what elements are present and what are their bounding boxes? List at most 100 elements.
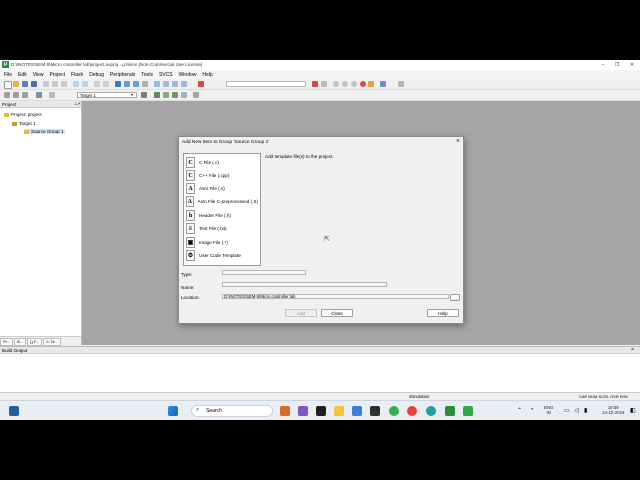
breakpoint-disable-icon[interactable]: [351, 81, 357, 87]
breakpoint-icon[interactable]: [333, 81, 339, 87]
type-field[interactable]: [222, 270, 306, 275]
menu-help[interactable]: Help: [202, 72, 212, 78]
mail-icon[interactable]: [352, 406, 362, 416]
rebuild-icon[interactable]: [22, 92, 28, 98]
tab-books[interactable]: B...: [14, 338, 27, 346]
minimize-button[interactable]: –: [596, 61, 610, 69]
location-field[interactable]: D:\INOTES\SEM-5\Micro controller lab: [222, 294, 449, 299]
tab-templates[interactable]: 0. Te...: [43, 338, 62, 346]
pack-installer-icon[interactable]: [181, 92, 187, 98]
stop-build-icon[interactable]: [49, 92, 55, 98]
tab-project[interactable]: Pr...: [0, 338, 14, 346]
file-extensions-icon[interactable]: [154, 92, 160, 98]
cut-icon[interactable]: [43, 81, 49, 87]
new-file-icon[interactable]: [4, 81, 12, 89]
menu-svcs[interactable]: SVCS: [159, 72, 173, 78]
menu-file[interactable]: File: [4, 72, 12, 78]
volume-icon[interactable]: ◁: [574, 407, 579, 414]
window-layout-icon[interactable]: [368, 81, 374, 87]
save-all-icon[interactable]: [31, 81, 37, 87]
configure-icon[interactable]: [380, 81, 386, 87]
tree-source-group[interactable]: Source Group 1: [24, 129, 66, 134]
maximize-button[interactable]: ❐: [610, 61, 624, 69]
menu-flash[interactable]: Flash: [71, 72, 83, 78]
find-combo[interactable]: [226, 81, 306, 87]
debug-dropdown-icon[interactable]: [321, 81, 327, 87]
next-bookmark-icon[interactable]: [133, 81, 139, 87]
menu-view[interactable]: View: [33, 72, 44, 78]
terminal-icon[interactable]: [316, 406, 326, 416]
copilot-icon[interactable]: [280, 406, 290, 416]
network-icon[interactable]: ▭: [564, 407, 570, 414]
open-folder-icon[interactable]: [13, 81, 19, 87]
find-in-files-icon[interactable]: [198, 81, 204, 87]
list-item[interactable]: A Asm File (.s): [186, 182, 258, 194]
list-item[interactable]: ≡ Text File (.txt): [186, 222, 258, 234]
prev-bookmark-icon[interactable]: [124, 81, 130, 87]
tab-functions[interactable]: {} F...: [27, 338, 43, 346]
target-select[interactable]: Target 1: [77, 92, 137, 98]
manage-components-icon[interactable]: [163, 92, 169, 98]
menu-tools[interactable]: Tools: [141, 72, 153, 78]
menu-peripherals[interactable]: Peripherals: [110, 72, 135, 78]
browse-button[interactable]: ...: [450, 294, 460, 301]
uncomment-icon[interactable]: [181, 81, 187, 87]
nav-forward-icon[interactable]: [103, 81, 109, 87]
translate-icon[interactable]: [4, 92, 10, 98]
debug-start-icon[interactable]: [312, 81, 318, 87]
comment-icon[interactable]: [172, 81, 178, 87]
list-item[interactable]: ▣ Image File (.*): [186, 236, 258, 248]
menu-project[interactable]: Project: [49, 72, 65, 78]
panel-close-icon[interactable]: ×: [78, 101, 81, 106]
paste-icon[interactable]: [61, 81, 67, 87]
build-icon[interactable]: [13, 92, 19, 98]
wifi-icon[interactable]: ◔: [530, 407, 534, 413]
excel-icon[interactable]: [463, 406, 473, 416]
tree-target[interactable]: Target 1: [12, 121, 36, 126]
build-output-close-icon[interactable]: ×: [631, 347, 634, 353]
help-button[interactable]: Help: [427, 309, 459, 317]
run-time-env-icon[interactable]: [193, 92, 199, 98]
undo-icon[interactable]: [73, 81, 79, 87]
search-input[interactable]: Search: [191, 405, 273, 417]
nav-back-icon[interactable]: [94, 81, 100, 87]
menu-edit[interactable]: Edit: [18, 72, 27, 78]
kill-breakpoints-icon[interactable]: [360, 81, 366, 87]
clock[interactable]: 19:59 14-12-2024: [602, 405, 624, 415]
select-packs-icon[interactable]: [172, 92, 178, 98]
clear-bookmarks-icon[interactable]: [142, 81, 148, 87]
chrome-icon[interactable]: [407, 406, 417, 416]
copy-icon[interactable]: [52, 81, 58, 87]
chevron-down-icon[interactable]: ▾: [131, 92, 133, 97]
language-indicator[interactable]: ENG IN: [544, 405, 554, 415]
edge-icon[interactable]: [426, 406, 436, 416]
notifications-icon[interactable]: ◧: [630, 407, 636, 414]
save-icon[interactable]: [22, 81, 28, 87]
list-item[interactable]: C C File (.c): [186, 156, 258, 168]
keil-icon[interactable]: [445, 406, 455, 416]
name-field[interactable]: [222, 282, 387, 287]
whatsapp-icon[interactable]: [389, 406, 399, 416]
build-output-pane[interactable]: [0, 354, 640, 392]
tools-icon[interactable]: [398, 81, 404, 87]
tray-chevron-icon[interactable]: ⌃: [517, 407, 522, 414]
file-explorer-icon[interactable]: [334, 406, 344, 416]
menu-window[interactable]: Window: [179, 72, 197, 78]
list-item[interactable]: C C++ File (.cpp): [186, 169, 258, 181]
list-item[interactable]: ⚙ User Code Template: [186, 249, 258, 261]
news-icon[interactable]: [298, 406, 308, 416]
close-button[interactable]: Close: [321, 309, 353, 317]
start-icon[interactable]: [168, 406, 178, 416]
list-item[interactable]: A Asm File C-preprocessed (.S): [186, 195, 258, 207]
store-icon[interactable]: [370, 406, 380, 416]
redo-icon[interactable]: [82, 81, 88, 87]
download-icon[interactable]: [36, 92, 42, 98]
close-window-button[interactable]: ✕: [625, 61, 639, 69]
menu-debug[interactable]: Debug: [89, 72, 104, 78]
list-item[interactable]: h Header File (.h): [186, 209, 258, 221]
tree-project[interactable]: Project: project: [4, 112, 42, 117]
dialog-close-icon[interactable]: ×: [456, 138, 460, 145]
battery-icon[interactable]: ▮: [584, 407, 587, 414]
bookmark-icon[interactable]: [115, 81, 121, 87]
indent-icon[interactable]: [154, 81, 160, 87]
